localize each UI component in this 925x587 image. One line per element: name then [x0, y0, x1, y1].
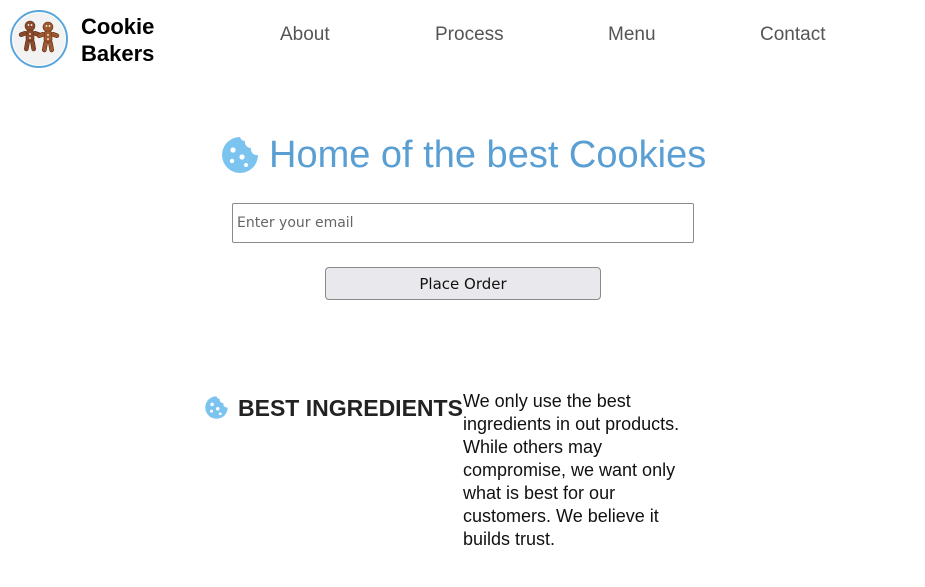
brand-name[interactable]: Cookie Bakers	[81, 13, 154, 67]
nav-process[interactable]: Process	[435, 24, 504, 46]
cookie-icon	[222, 137, 258, 173]
feature-description: We only use the best ingredients in out …	[463, 391, 680, 549]
place-order-button[interactable]: Place Order	[325, 267, 601, 300]
site-header: Cookie Bakers About Process Menu Contact	[0, 0, 925, 80]
hero-title-text: Home of the best Cookies	[269, 133, 707, 176]
logo[interactable]	[10, 10, 68, 68]
nav-about[interactable]: About	[280, 24, 330, 46]
gingerbread-men-icon	[13, 13, 65, 65]
nav-menu[interactable]: Menu	[608, 24, 656, 46]
feature-heading: BEST INGREDIENTS	[238, 395, 463, 421]
brand-name-line2: Bakers	[81, 41, 155, 66]
email-input[interactable]	[232, 203, 694, 243]
brand-name-line1: Cookie	[81, 14, 155, 39]
cookie-icon	[205, 396, 228, 419]
hero-title: Home of the best Cookies	[220, 133, 706, 177]
nav-contact[interactable]: Contact	[760, 24, 825, 46]
